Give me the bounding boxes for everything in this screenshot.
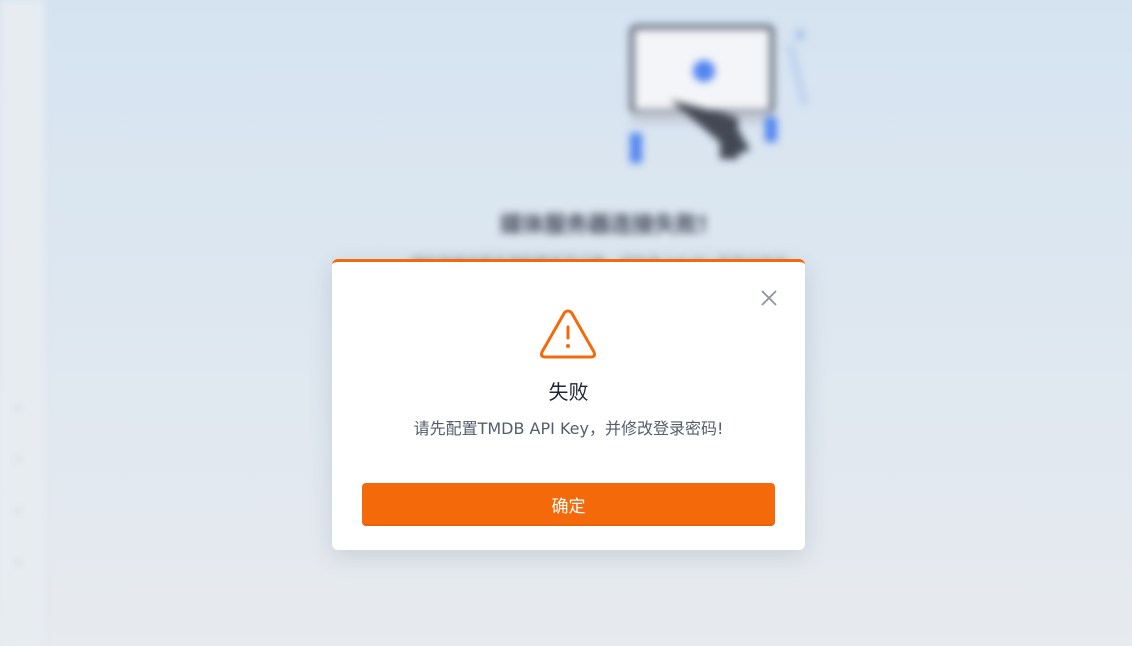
- app-window: ⌄ ⌄ ⌄ ⌄ 媒体服务器连接失败! 请检查媒体服务器配置是否正确，或检查 Je…: [0, 0, 1132, 646]
- dialog-message: 请先配置TMDB API Key，并修改登录密码!: [413, 419, 724, 438]
- warning-triangle-icon: [539, 309, 597, 359]
- confirm-button[interactable]: 确定: [362, 483, 775, 526]
- dialog-title: 失败: [548, 380, 589, 404]
- close-icon[interactable]: [759, 288, 779, 308]
- error-dialog: 失败 请先配置TMDB API Key，并修改登录密码! 确定: [332, 259, 805, 550]
